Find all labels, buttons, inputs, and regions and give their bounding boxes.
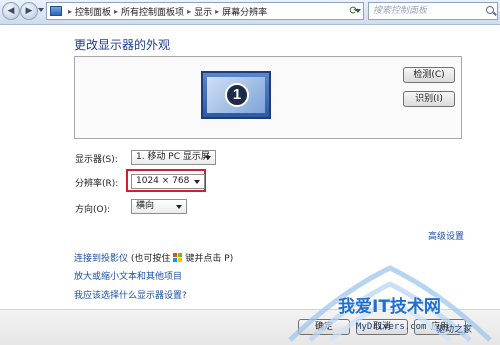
- watermark-home: 驱动之家: [436, 325, 473, 335]
- advanced-settings-link[interactable]: 高级设置: [428, 229, 464, 242]
- display-select[interactable]: 1. 移动 PC 显示屏: [131, 150, 216, 165]
- control-panel-icon: [50, 6, 62, 16]
- identify-button[interactable]: 识别(I): [403, 91, 455, 107]
- projector-hint-suffix: 键并点击 P): [185, 254, 234, 264]
- ok-button[interactable]: 确定: [298, 319, 350, 335]
- chevron-down-icon: [194, 180, 200, 184]
- watermark-site: MyDrivers.com: [356, 322, 427, 332]
- connect-projector-link[interactable]: 连接到投影仪: [74, 254, 128, 264]
- detect-button[interactable]: 检测(C): [403, 67, 455, 83]
- monitor-number-badge: 1: [225, 83, 249, 107]
- projector-hint-prefix: (也可按住: [130, 254, 171, 264]
- orientation-select[interactable]: 横向: [131, 199, 187, 214]
- resolution-select[interactable]: 1024 × 768: [131, 174, 205, 189]
- refresh-icon[interactable]: ⟳: [346, 3, 362, 19]
- search-placeholder: 搜索控制面板: [373, 6, 428, 16]
- display-label: 显示器(S):: [75, 155, 118, 165]
- connect-projector-row: 连接到投影仪 (也可按住 键并点击 P): [74, 251, 233, 264]
- back-arrow-icon[interactable]: ◀: [2, 2, 20, 20]
- breadcrumb-control-panel[interactable]: 控制面板: [75, 5, 111, 18]
- breadcrumb-separator[interactable]: ▸: [187, 7, 191, 16]
- breadcrumb-all-items[interactable]: 所有控制面板项: [121, 5, 184, 18]
- orientation-select-value: 横向: [136, 201, 155, 211]
- breadcrumb-screen-resolution[interactable]: 屏幕分辨率: [222, 5, 267, 18]
- breadcrumb-separator[interactable]: ▸: [215, 7, 219, 16]
- breadcrumb-display[interactable]: 显示: [194, 5, 212, 18]
- resolution-select-value: 1024 × 768: [136, 176, 190, 186]
- windows-logo-icon: [173, 253, 183, 262]
- page-title: 更改显示器的外观: [74, 38, 171, 52]
- chevron-down-icon: [176, 205, 182, 209]
- recent-pages-dropdown[interactable]: [38, 8, 44, 12]
- monitor-icon[interactable]: 1: [201, 71, 271, 119]
- address-bar[interactable]: ▸ 控制面板 ▸ 所有控制面板项 ▸ 显示 ▸ 屏幕分辨率: [46, 2, 364, 20]
- display-select-value: 1. 移动 PC 显示屏: [136, 152, 210, 162]
- address-toolbar: ◀ ▶ ▸ 控制面板 ▸ 所有控制面板项 ▸ 显示 ▸ 屏幕分辨率 ⟳ 搜索控制…: [0, 0, 500, 25]
- watermark-brand: 我爱IT技术网: [338, 297, 441, 317]
- resolution-label: 分辨率(R):: [75, 179, 119, 189]
- forward-arrow-icon[interactable]: ▶: [20, 2, 38, 20]
- breadcrumb-separator[interactable]: ▸: [68, 7, 72, 16]
- search-input[interactable]: 搜索控制面板: [368, 2, 498, 20]
- orientation-label: 方向(O):: [75, 205, 111, 215]
- monitor-screen: 1: [207, 77, 265, 113]
- breadcrumb-separator[interactable]: ▸: [114, 7, 118, 16]
- chevron-down-icon: [205, 156, 211, 160]
- which-settings-link[interactable]: 我应该选择什么显示器设置?: [74, 288, 187, 301]
- search-icon[interactable]: [486, 6, 494, 14]
- text-size-link[interactable]: 放大或缩小文本和其他项目: [74, 269, 182, 282]
- monitor-preview-panel: 1 检测(C) 识别(I): [74, 56, 462, 139]
